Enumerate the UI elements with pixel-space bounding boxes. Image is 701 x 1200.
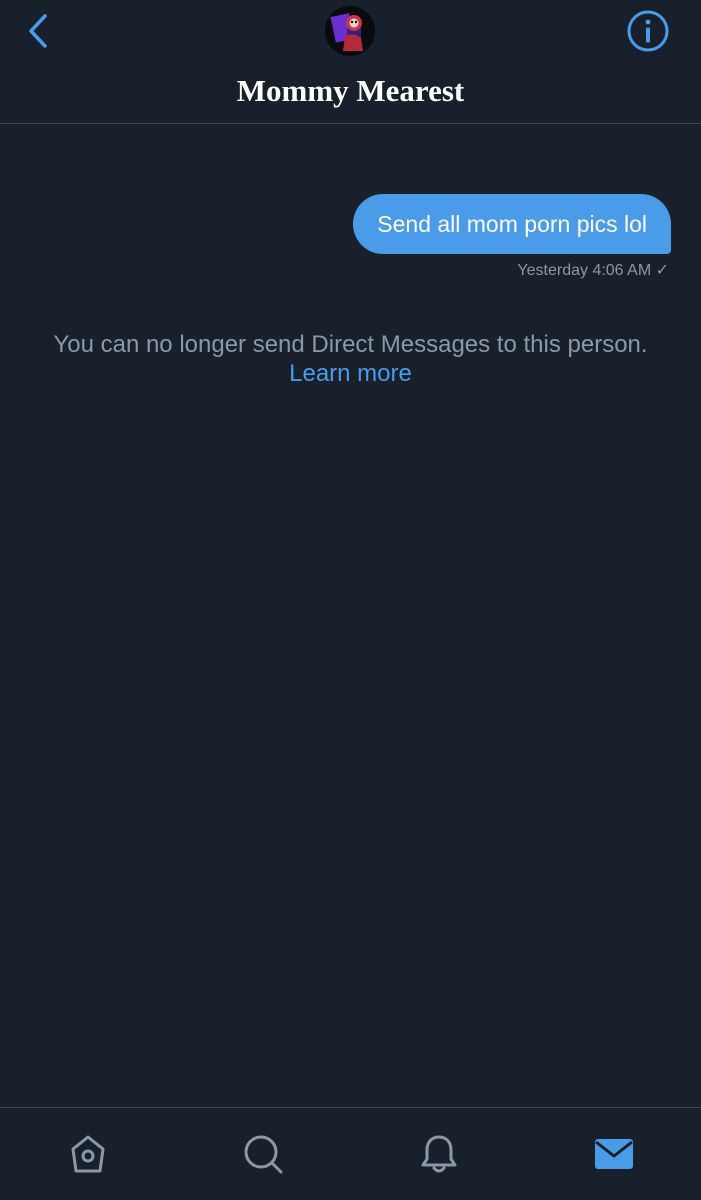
conversation-header: Mommy Mearest bbox=[0, 0, 701, 124]
message-bubble-outgoing[interactable]: Send all mom porn pics lol bbox=[353, 194, 671, 254]
page-title: Mommy Mearest bbox=[236, 73, 465, 108]
info-button[interactable] bbox=[625, 8, 671, 54]
message-text: Send all mom porn pics lol bbox=[377, 210, 647, 237]
notice-text: You can no longer send Direct Messages t… bbox=[53, 331, 648, 358]
tab-messages[interactable] bbox=[590, 1130, 638, 1178]
tab-bar bbox=[0, 1107, 701, 1200]
message-timestamp: Yesterday 4:06 AM ✓ bbox=[517, 262, 669, 279]
avatar[interactable] bbox=[325, 6, 375, 56]
back-button[interactable] bbox=[16, 8, 60, 54]
tab-notifications[interactable] bbox=[415, 1130, 463, 1178]
bell-icon bbox=[421, 1135, 457, 1173]
avatar-image bbox=[325, 6, 375, 56]
info-icon bbox=[627, 10, 669, 52]
tab-search[interactable] bbox=[239, 1130, 287, 1178]
chevron-left-icon bbox=[29, 14, 47, 48]
search-icon bbox=[244, 1135, 283, 1174]
home-icon bbox=[71, 1135, 105, 1173]
mail-icon bbox=[595, 1139, 633, 1169]
tab-home[interactable] bbox=[64, 1130, 112, 1178]
learn-more-link[interactable]: Learn more bbox=[0, 359, 701, 388]
dm-restricted-notice: You can no longer send Direct Messages t… bbox=[0, 330, 701, 388]
